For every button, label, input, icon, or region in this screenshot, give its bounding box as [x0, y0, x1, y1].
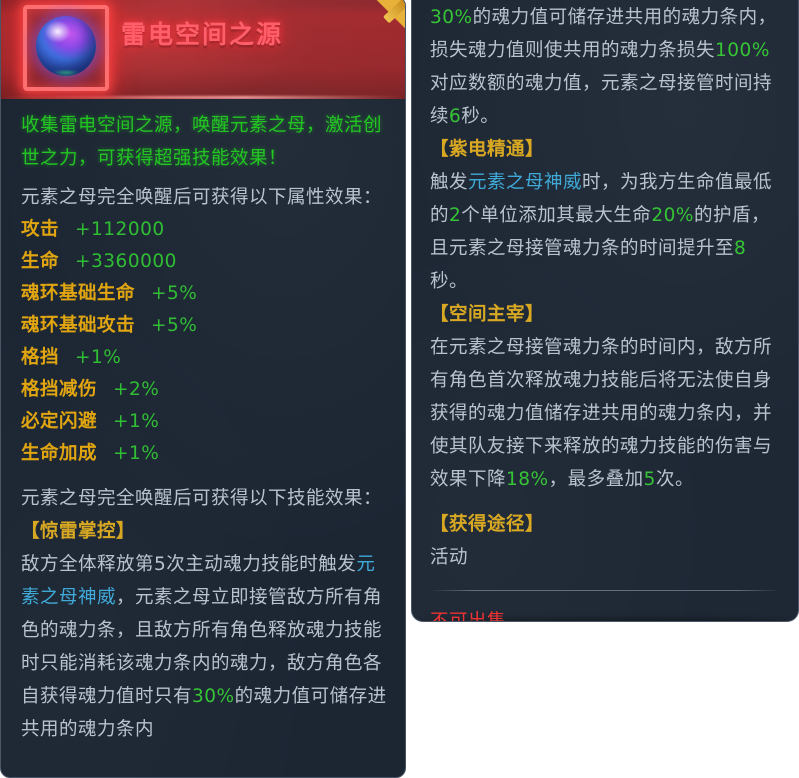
attribute-value: +1%: [113, 443, 160, 464]
rich-text-run: 在元素之母接管魂力条的时间内，敌方所有角色首次释放魂力技能后将无法使自身获得的魂…: [430, 337, 773, 490]
attribute-row: 格挡减伤 +2%: [21, 374, 389, 406]
source-value: 活动: [430, 547, 469, 568]
rich-text-run: 2: [449, 205, 462, 226]
attribute-row: 生命加成 +1%: [21, 438, 389, 470]
item-detail-continued-body: 30%的魂力值可储存进共用的魂力条内，损失魂力值则使共用的魂力条损失100%对应…: [412, 0, 798, 621]
item-body: 收集雷电空间之源，唤醒元素之母，激活创世之力，可获得超强技能效果！ 元素之母完全…: [1, 99, 405, 746]
attribute-value: +1%: [75, 347, 122, 368]
attribute-value: +1%: [113, 411, 160, 432]
rich-text-run: 5: [643, 469, 656, 490]
attribute-row: 攻击 +112000: [21, 214, 389, 246]
attribute-value: +2%: [113, 379, 160, 400]
rich-text-run: 30%: [192, 686, 235, 707]
source-section-title: 【获得途径】: [430, 514, 545, 535]
attribute-value: +5%: [151, 315, 198, 336]
rich-text-run: 18%: [506, 469, 549, 490]
rich-text-run: 触发: [430, 172, 469, 193]
attribute-label: 格挡: [21, 347, 60, 368]
rich-text-run: 元素之母神威: [468, 172, 583, 193]
item-detail-panel: 雷电空间之源 收集雷电空间之源，唤醒元素之母，激活创世之力，可获得超强技能效果！…: [0, 0, 406, 778]
attribute-row: 魂环基础生命 +5%: [21, 278, 389, 310]
skill-description-1-continued: 30%的魂力值可储存进共用的魂力条内，损失魂力值则使共用的魂力条损失100%对应…: [430, 1, 782, 133]
elemental-orb-icon: [36, 16, 96, 76]
rich-text-run: 次。: [655, 469, 694, 490]
attribute-value: +112000: [75, 219, 165, 240]
attribute-label: 攻击: [21, 219, 60, 240]
attribute-label: 魂环基础攻击: [21, 315, 136, 336]
rich-text-run: 8: [734, 238, 747, 259]
rich-text-run: 秒。: [461, 106, 500, 127]
item-title: 雷电空间之源: [121, 20, 284, 49]
rich-text-run: 个单位添加其最大生命: [461, 205, 652, 226]
skill-title-3: 【空间主宰】: [430, 304, 545, 325]
attribute-row: 魂环基础攻击 +5%: [21, 310, 389, 342]
attribute-label: 生命加成: [21, 443, 98, 464]
attribute-list: 攻击 +112000 生命 +3360000 魂环基础生命 +5% 魂环基础攻击 +5%…: [21, 214, 389, 470]
attribute-row: 必定闪避 +1%: [21, 406, 389, 438]
attribute-row: 生命 +3360000: [21, 246, 389, 278]
attribute-label: 必定闪避: [21, 411, 98, 432]
skill-description-3: 在元素之母接管魂力条的时间内，敌方所有角色首次释放魂力技能后将无法使自身获得的魂…: [430, 331, 782, 496]
rich-text-run: ，最多叠加: [548, 469, 644, 490]
sell-status-label: 不可出售: [430, 611, 507, 622]
skill-title-2: 【紫电精通】: [430, 139, 545, 160]
attribute-section-header: 元素之母完全唤醒后可获得以下属性效果：: [21, 187, 383, 208]
skill-description-2: 触发元素之母神威时，为我方生命值最低的2个单位添加其最大生命20%的护盾，且元素…: [430, 166, 782, 298]
skill-title-1: 【惊雷掌控】: [21, 521, 136, 542]
section-divider: [430, 590, 780, 591]
attribute-value: +3360000: [75, 251, 177, 272]
rich-text-run: 6: [449, 106, 462, 127]
skill-description-1: 敌方全体释放第5次主动魂力技能时触发元素之母神威，元素之母立即接管敌方所有角色的…: [21, 548, 389, 746]
attribute-label: 生命: [21, 251, 60, 272]
rich-text-run: 5: [154, 554, 167, 575]
item-detail-panel-continued: 30%的魂力值可储存进共用的魂力条内，损失魂力值则使共用的魂力条损失100%对应…: [411, 0, 799, 622]
rich-text-run: 20%: [651, 205, 694, 226]
item-icon[interactable]: [23, 5, 109, 91]
item-detail-scroll-area[interactable]: 雷电空间之源 收集雷电空间之源，唤醒元素之母，激活创世之力，可获得超强技能效果！…: [1, 0, 405, 777]
rich-text-run: 次主动魂力技能时触发: [166, 554, 357, 575]
rich-text-run: 30%: [430, 7, 473, 28]
rich-text-run: 秒。: [430, 271, 469, 292]
skill-section-header: 元素之母完全唤醒后可获得以下技能效果：: [21, 488, 383, 509]
item-intro-text: 收集雷电空间之源，唤醒元素之母，激活创世之力，可获得超强技能效果！: [21, 115, 383, 169]
rich-text-run: 100%: [715, 40, 770, 61]
item-header: 雷电空间之源: [1, 0, 405, 99]
attribute-label: 魂环基础生命: [21, 283, 136, 304]
attribute-label: 格挡减伤: [21, 379, 98, 400]
rich-text-run: 敌方全体释放第: [21, 554, 155, 575]
attribute-value: +5%: [151, 283, 198, 304]
attribute-row: 格挡 +1%: [21, 342, 389, 374]
